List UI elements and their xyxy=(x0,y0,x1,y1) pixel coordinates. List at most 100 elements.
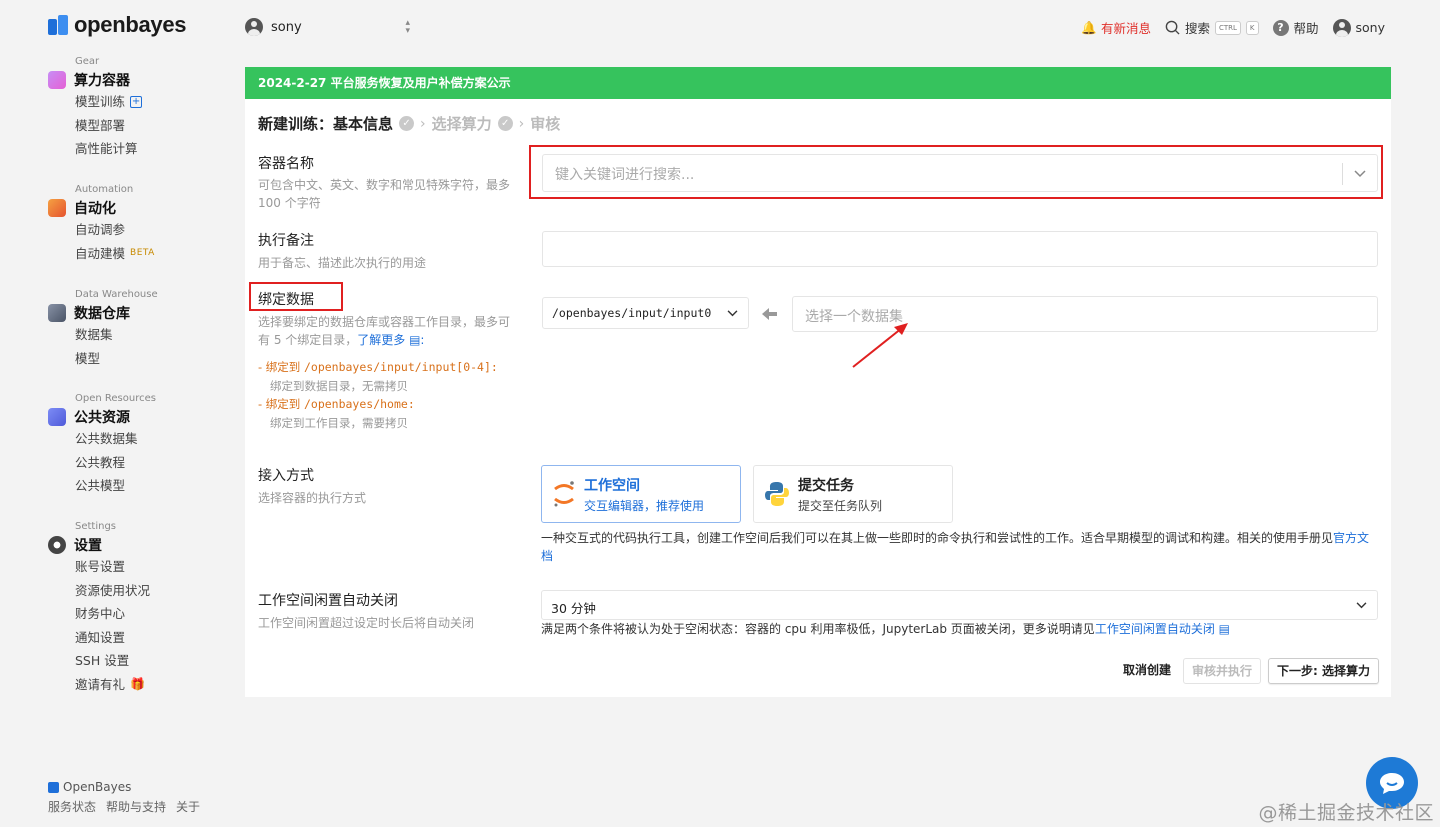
sidebar-item-public-datasets[interactable]: 公共数据集 xyxy=(75,427,156,451)
nav-caption: Gear xyxy=(75,56,100,67)
nav-head-label: 数据仓库 xyxy=(74,306,130,322)
nav-group-gear: Gear 算力容器 模型训练 + 模型部署 高性能计算 xyxy=(48,56,143,161)
doc-icon: ▤: xyxy=(405,333,425,347)
sidebar-item-auto-tune[interactable]: 自动调参 xyxy=(75,218,155,242)
nav-caption: Settings xyxy=(75,521,117,532)
annotation-arrow-icon xyxy=(852,323,908,368)
step-review: 审核 xyxy=(530,115,561,133)
access-info: 一种交互式的代码执行工具，创建工作空间后我们可以在其上做一些即时的命令执行和尝试… xyxy=(541,529,1377,565)
openbayes-logo-icon xyxy=(48,781,59,793)
sidebar-item-datasets[interactable]: 数据集 xyxy=(75,323,158,347)
nav-group-settings: Settings 设置 账号设置 资源使用状况 财务中心 通知设置 SSH 设置… xyxy=(48,521,150,696)
sidebar-item-account[interactable]: 账号设置 xyxy=(75,555,150,579)
bind-path-select[interactable]: /openbayes/input/input0 xyxy=(542,297,749,329)
sidebar-item-model-deploy[interactable]: 模型部署 xyxy=(75,114,142,138)
highlight-box xyxy=(249,282,343,311)
remark-label: 执行备注 xyxy=(258,233,314,249)
mode-title: 提交任务 xyxy=(798,477,854,494)
arrow-left-icon xyxy=(762,308,777,320)
mode-submit-task[interactable]: 提交任务 提交至任务队列 xyxy=(753,465,953,523)
sidebar-item-usage[interactable]: 资源使用状况 xyxy=(75,579,150,603)
sidebar-item-finance[interactable]: 财务中心 xyxy=(75,602,150,626)
step-select-compute: 选择算力 xyxy=(431,115,492,133)
idle-timeout-select[interactable]: 30 分钟 xyxy=(541,590,1378,620)
sidebar-item-invite[interactable]: 邀请有礼 🎁 xyxy=(75,673,150,697)
sidebar-footer: OpenBayes 服务状态 帮助与支持 关于 xyxy=(48,780,200,815)
chevron-down-icon xyxy=(727,310,738,317)
rule-prefix: - 绑定到 xyxy=(258,397,304,411)
nav-caption: Data Warehouse xyxy=(75,289,158,300)
sidebar-item-models[interactable]: 模型 xyxy=(75,347,158,371)
rule-prefix: - 绑定到 xyxy=(258,360,304,374)
remark-input[interactable] xyxy=(542,231,1378,267)
sidebar: openbayes Gear 算力容器 模型训练 + 模型部署 高性能计算 Aut… xyxy=(0,0,230,827)
nav-group-automation: Automation 自动化 自动调参 自动建模 BETA xyxy=(48,184,155,265)
rule-path: /openbayes/home: xyxy=(303,397,415,411)
idle-docs-link[interactable]: 工作空间闲置自动关闭 xyxy=(1095,622,1215,636)
cancel-button[interactable]: 取消创建 xyxy=(1115,658,1179,684)
sidebar-item-hpc[interactable]: 高性能计算 xyxy=(75,137,142,161)
watermark: @稀土掘金技术社区 xyxy=(1258,802,1434,824)
add-icon[interactable]: + xyxy=(130,95,143,108)
sidebar-item-notifications[interactable]: 通知设置 xyxy=(75,626,150,650)
kbd-k: K xyxy=(1245,20,1259,35)
footer-link-about[interactable]: 关于 xyxy=(176,798,200,815)
chat-icon xyxy=(1380,773,1404,794)
beta-badge: BETA xyxy=(130,247,155,258)
topbar: sony ▴ ▾ 🔔 有新消息 搜索 CTRL K ? 帮助 sony xyxy=(0,0,1440,55)
search-icon xyxy=(1165,20,1180,35)
topbar-actions: 🔔 有新消息 搜索 CTRL K ? 帮助 sony xyxy=(1081,18,1385,37)
sidebar-item-auto-model[interactable]: 自动建模 BETA xyxy=(75,242,155,266)
nav-head-data-warehouse[interactable]: 数据仓库 xyxy=(48,303,158,323)
nav-head-gear[interactable]: 算力容器 xyxy=(48,70,142,90)
idle-info-text: 满足两个条件将被认为处于空闲状态：容器的 cpu 利用率极低，JupyterLa… xyxy=(541,622,1095,636)
updown-arrows-icon: ▴ ▾ xyxy=(405,18,410,36)
user-selector[interactable]: sony ▴ ▾ xyxy=(245,18,410,36)
nav-caption: Automation xyxy=(75,184,134,195)
nav-head-automation[interactable]: 自动化 xyxy=(48,198,155,218)
doc-icon: ▤ xyxy=(1214,622,1230,636)
top-search[interactable]: 搜索 CTRL K xyxy=(1165,18,1259,37)
kbd-ctrl: CTRL xyxy=(1214,20,1241,35)
nav-head-settings[interactable]: 设置 xyxy=(48,535,150,555)
sidebar-item-model-training[interactable]: 模型训练 + xyxy=(75,90,143,114)
review-execute-button[interactable]: 审核并执行 xyxy=(1183,658,1262,684)
sidebar-item-label: 邀请有礼 xyxy=(75,676,126,692)
notification-link[interactable]: 🔔 有新消息 xyxy=(1081,18,1151,37)
user-menu[interactable]: sony xyxy=(1332,18,1385,37)
nav-head-label: 设置 xyxy=(74,538,102,554)
nav-head-open-resources[interactable]: 公共资源 xyxy=(48,407,156,427)
sidebar-item-public-models[interactable]: 公共模型 xyxy=(75,474,156,498)
footer-link-help[interactable]: 帮助与支持 xyxy=(106,798,166,815)
step-current: 新建训练：基本信息 xyxy=(258,115,394,133)
remark-desc: 用于备忘、描述此次执行的用途 xyxy=(258,256,427,270)
mode-workspace[interactable]: 工作空间 交互编辑器，推荐使用 xyxy=(541,465,741,523)
check-icon: ✓ xyxy=(399,116,415,131)
idle-info: 满足两个条件将被认为处于空闲状态：容器的 cpu 利用率极低，JupyterLa… xyxy=(541,620,1230,638)
chevron-right-icon: › xyxy=(420,115,426,132)
learn-more-link[interactable]: 了解更多 xyxy=(357,333,405,347)
check-icon: ✓ xyxy=(497,116,513,131)
bind-desc: 选择要绑定的数据仓库或容器工作目录，最多可有 5 个绑定目录，了解更多 ▤: xyxy=(258,313,520,349)
announcement-banner[interactable]: 2024-2-27 平台服务恢复及用户补偿方案公示 xyxy=(245,67,1391,99)
gift-icon: 🎁 xyxy=(130,676,145,691)
jupyter-icon xyxy=(554,481,574,507)
user-label: sony xyxy=(1355,20,1385,35)
sidebar-item-public-tutorials[interactable]: 公共教程 xyxy=(75,451,156,475)
help-icon: ? xyxy=(1272,19,1289,36)
name-label: 容器名称 xyxy=(258,156,314,172)
idle-desc: 工作空间闲置超过设定时长后将自动关闭 xyxy=(258,616,475,630)
help-link[interactable]: ? 帮助 xyxy=(1272,18,1319,37)
bind-path-value: /openbayes/input/input0 xyxy=(552,306,712,320)
nav-head-label: 自动化 xyxy=(74,201,116,217)
main-card: 2024-2-27 平台服务恢复及用户补偿方案公示 新建训练：基本信息 ✓ › … xyxy=(245,67,1391,697)
access-info-text: 一种交互式的代码执行工具，创建工作空间后我们可以在其上做一些即时的命令执行和尝试… xyxy=(541,531,1334,545)
next-button[interactable]: 下一步: 选择算力 xyxy=(1268,658,1379,684)
sidebar-item-ssh[interactable]: SSH 设置 xyxy=(75,649,150,673)
rule-path: /openbayes/input/input[0-4]: xyxy=(303,360,498,374)
access-label: 接入方式 xyxy=(258,468,314,484)
nav-group-data-warehouse: Data Warehouse 数据仓库 数据集 模型 xyxy=(48,289,158,370)
footer-link-status[interactable]: 服务状态 xyxy=(48,798,96,815)
highlight-box xyxy=(529,145,1383,199)
chevron-down-icon xyxy=(1356,602,1367,609)
